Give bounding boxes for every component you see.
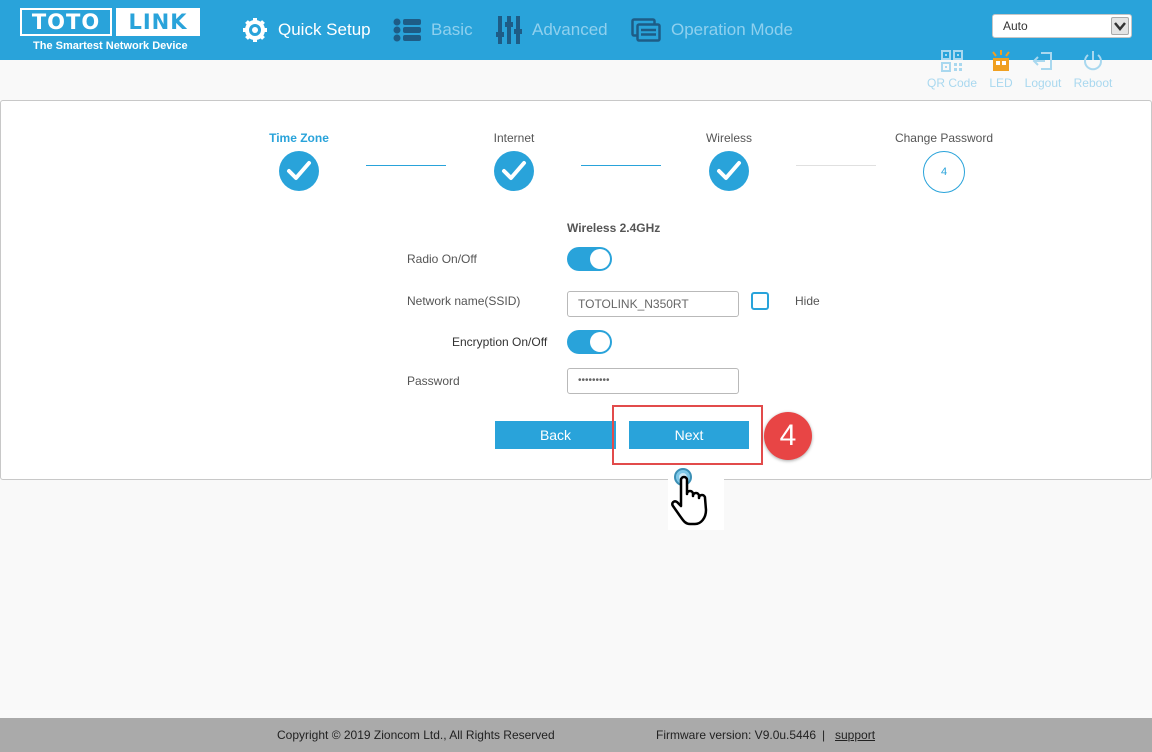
language-select[interactable]: Auto (992, 14, 1132, 38)
power-icon (1084, 51, 1102, 71)
step-label: Wireless (705, 131, 752, 145)
tool-logout[interactable]: Logout (1017, 50, 1069, 90)
window-icon (631, 18, 661, 42)
encryption-label: Encryption On/Off (452, 335, 548, 349)
radio-label: Radio On/Off (407, 252, 477, 266)
led-icon (992, 50, 1010, 71)
hide-ssid-checkbox[interactable] (751, 292, 769, 310)
annotation-step-badge: 4 (764, 412, 812, 460)
toggle-knob (590, 332, 610, 352)
check-icon (709, 151, 749, 191)
quick-setup-panel: Time Zone Internet Wireless Change Passw… (0, 100, 1152, 480)
nav-quick-setup-label: Quick Setup (278, 20, 371, 39)
step-label: Change Password (894, 131, 994, 145)
check-icon (279, 151, 319, 191)
support-link[interactable]: support (835, 728, 875, 742)
step-wireless: Wireless (679, 131, 779, 191)
language-select-value: Auto (1003, 19, 1028, 33)
nav-advanced-label: Advanced (532, 20, 608, 39)
tool-led-label: LED (989, 76, 1013, 90)
step-time-zone: Time Zone (249, 131, 349, 191)
sliders-icon (496, 16, 522, 44)
ssid-input[interactable]: TOTOLINK_N350RT (567, 291, 739, 317)
tool-qr-code-label: QR Code (926, 76, 978, 90)
hide-label: Hide (795, 294, 820, 308)
tool-reboot[interactable]: Reboot (1067, 50, 1119, 90)
step-internet: Internet (464, 131, 564, 191)
hand-cursor-icon (668, 466, 724, 530)
password-input[interactable]: ••••••••• (567, 368, 739, 394)
tool-qr-code[interactable]: QR Code (926, 50, 978, 90)
ssid-label: Network name(SSID) (407, 294, 521, 308)
gear-icon (243, 18, 267, 42)
footer-separator: | (822, 728, 826, 742)
firmware-version: Firmware version: V9.0u.5446 (656, 728, 817, 742)
step-connector (366, 165, 446, 166)
check-icon (494, 151, 534, 191)
nav-basic-label: Basic (431, 20, 473, 39)
nav-advanced[interactable]: Advanced (496, 0, 608, 60)
step-connector (796, 165, 876, 166)
step-label: Time Zone (269, 131, 329, 145)
qr-code-icon (941, 50, 963, 72)
nav-operation-mode-label: Operation Mode (671, 20, 793, 39)
next-highlight-box (612, 405, 763, 465)
password-label: Password (407, 374, 460, 388)
encryption-toggle[interactable] (567, 330, 612, 354)
nav-quick-setup[interactable]: Quick Setup (242, 0, 371, 60)
chevron-down-icon (1111, 17, 1129, 35)
section-title: Wireless 2.4GHz (567, 221, 661, 235)
footer: Copyright © 2019 Zioncom Ltd., All Right… (0, 718, 1152, 752)
step-number: 4 (923, 151, 965, 193)
totolink-logo[interactable]: TOTO LINK The Smartest Network Device (20, 8, 200, 55)
step-label: Internet (493, 131, 535, 145)
tool-logout-label: Logout (1024, 76, 1062, 90)
toggle-knob (590, 249, 610, 269)
copyright-text: Copyright © 2019 Zioncom Ltd., All Right… (277, 728, 555, 742)
back-button[interactable]: Back (495, 421, 616, 449)
tool-reboot-label: Reboot (1073, 76, 1113, 90)
logout-icon (1032, 52, 1052, 70)
logo-tagline: The Smartest Network Device (33, 40, 188, 52)
step-connector (581, 165, 661, 166)
radio-toggle[interactable] (567, 247, 612, 271)
step-change-password: Change Password 4 (879, 131, 1009, 193)
list-icon (393, 18, 421, 42)
nav-basic[interactable]: Basic (393, 0, 473, 60)
logo-text-right: LINK (116, 8, 200, 36)
logo-text-left: TOTO (20, 8, 112, 36)
nav-operation-mode[interactable]: Operation Mode (631, 0, 793, 60)
